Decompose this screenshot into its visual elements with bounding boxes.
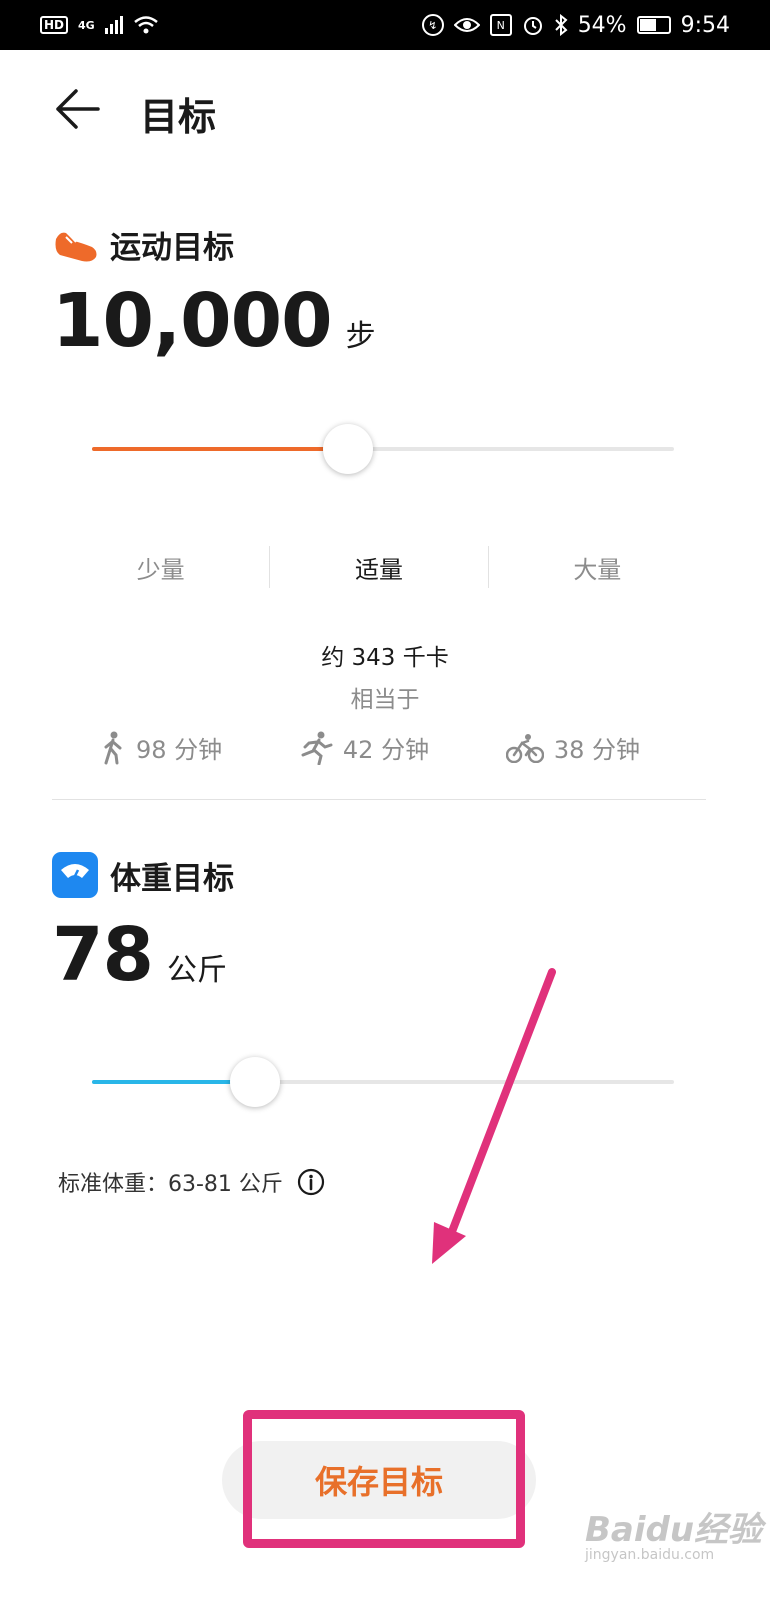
- save-goal-button[interactable]: 保存目标: [222, 1441, 536, 1519]
- alarm-icon: [523, 17, 542, 35]
- standard-weight-text: 标准体重：63-81 公斤: [58, 1172, 283, 1197]
- weight-unit: 公斤: [166, 953, 227, 988]
- weight-goal-header: 体重目标: [52, 852, 234, 898]
- walk-minutes: 98 分钟: [136, 736, 223, 764]
- battery-percent: 54%: [577, 12, 627, 38]
- step-count: 10,000: [52, 278, 333, 364]
- level-moderate[interactable]: 适量: [270, 546, 487, 588]
- activity-equivalents: 98 分钟 42 分钟 38 分钟: [100, 730, 640, 765]
- slider-thumb[interactable]: [229, 1057, 280, 1107]
- weight-number: 78: [52, 912, 154, 998]
- calorie-estimate: 约 343 千卡: [321, 645, 449, 671]
- run-minutes: 42 分钟: [342, 736, 430, 764]
- weight-goal-slider[interactable]: [92, 1057, 674, 1107]
- step-unit: 步: [345, 319, 376, 354]
- step-goal-value: 10,000 步: [52, 278, 376, 364]
- status-right: ↯ N 54% 9:54: [421, 12, 730, 38]
- back-button[interactable]: [52, 84, 102, 134]
- hd-indicator: HD: [40, 16, 69, 34]
- scale-icon: [52, 852, 98, 898]
- section-divider: [52, 799, 706, 800]
- back-arrow-icon: [56, 89, 100, 129]
- data-saver-icon: ↯: [421, 14, 444, 36]
- exercise-goal-title: 运动目标: [110, 230, 234, 266]
- watermark-url: jingyan.baidu.com: [585, 1547, 715, 1563]
- eye-icon: [453, 18, 480, 32]
- watermark-logo: Baidu经验: [585, 1510, 763, 1550]
- slider-thumb[interactable]: [323, 424, 374, 474]
- nfc-icon: N: [489, 14, 512, 36]
- clock: 9:54: [680, 12, 730, 38]
- step-goal-slider[interactable]: [92, 424, 674, 474]
- network-type: 4G: [78, 18, 95, 32]
- app-bar: 目标: [0, 50, 770, 170]
- exercise-goal-header: 运动目标: [52, 222, 234, 267]
- info-icon[interactable]: [297, 1168, 325, 1196]
- slider-fill: [92, 447, 349, 451]
- wifi-icon: [133, 16, 158, 34]
- weight-goal-title: 体重目标: [110, 860, 234, 897]
- walk-equivalent: 98 分钟: [100, 730, 222, 765]
- standard-weight-row: 标准体重：63-81 公斤: [58, 1166, 325, 1198]
- bluetooth-icon: [554, 14, 568, 36]
- status-left: HD 4G: [40, 15, 159, 35]
- page-title: 目标: [140, 95, 217, 139]
- bike-equivalent: 38 分钟: [505, 730, 640, 765]
- baidu-watermark: Baidu经验 jingyan.baidu.com: [585, 1502, 762, 1563]
- walk-icon: [104, 731, 122, 764]
- signal-icon: [104, 16, 123, 34]
- level-low[interactable]: 少量: [52, 546, 269, 588]
- intensity-levels: 少量 适量 大量: [52, 546, 706, 588]
- weight-goal-value: 78 公斤: [52, 912, 227, 998]
- shoe-icon: [55, 232, 97, 261]
- status-bar: HD 4G ↯ N 54% 9:54: [0, 0, 770, 50]
- level-high[interactable]: 大量: [489, 546, 706, 588]
- run-icon: [301, 731, 333, 765]
- run-equivalent: 42 分钟: [299, 730, 429, 765]
- bike-icon: [505, 733, 544, 763]
- equivalent-label: 相当于: [350, 687, 420, 713]
- battery-icon: [636, 16, 671, 34]
- bike-minutes: 38 分钟: [553, 736, 640, 764]
